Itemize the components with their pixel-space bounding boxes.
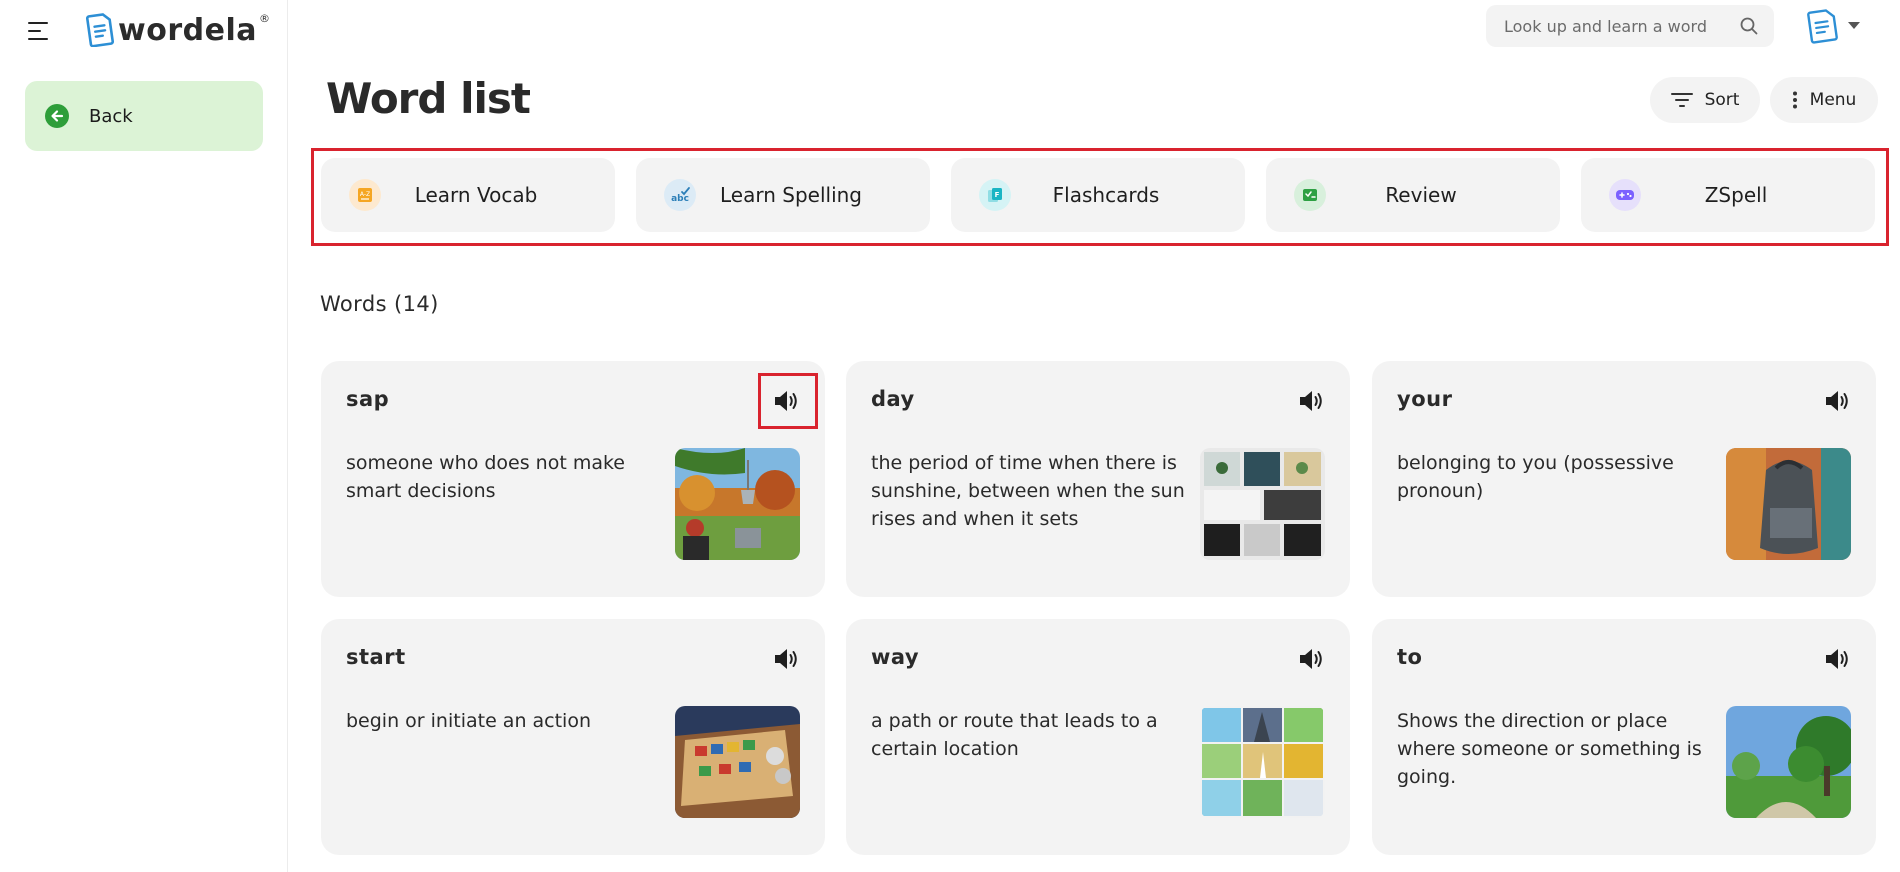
word-card-sap[interactable]: sap someone who does not make smart deci… (321, 361, 825, 597)
word-title: day (871, 387, 915, 411)
learn-spelling-button[interactable]: abc Learn Spelling (636, 158, 930, 232)
menu-button-label: Menu (1809, 90, 1857, 110)
account-dropdown-icon[interactable] (1848, 22, 1860, 29)
activity-label: Learn Spelling (720, 183, 862, 207)
review-button[interactable]: Review (1266, 158, 1560, 232)
back-button[interactable]: Back (25, 81, 263, 151)
logo-icon (86, 13, 114, 47)
flashcards-button[interactable]: F Flashcards (951, 158, 1245, 232)
activity-label: ZSpell (1704, 183, 1768, 207)
back-arrow-icon (45, 104, 69, 128)
word-image (1200, 706, 1325, 818)
speaker-icon[interactable] (1823, 387, 1851, 415)
brand-name: wordela (118, 12, 257, 48)
page-title: Word list (326, 74, 531, 123)
word-card-way[interactable]: way a path or route that leads to a cert… (846, 619, 1350, 855)
word-card-to[interactable]: to Shows the direction or place where so… (1372, 619, 1876, 855)
word-image (1200, 448, 1325, 560)
speaker-icon[interactable] (1297, 387, 1325, 415)
svg-text:F: F (995, 191, 1000, 199)
sort-button-label: Sort (1704, 90, 1740, 110)
user-avatar-icon[interactable] (1806, 8, 1840, 44)
word-definition: someone who does not make smart decision… (346, 452, 625, 502)
activity-label: Review (1385, 183, 1457, 207)
svg-text:abc: abc (671, 194, 689, 204)
review-icon (1294, 179, 1326, 211)
vocab-icon: A-Z (349, 179, 381, 211)
gamepad-icon (1609, 179, 1641, 211)
spelling-icon: abc (664, 179, 696, 211)
sort-icon (1670, 93, 1693, 107)
word-card-your[interactable]: your belonging to you (possessive pronou… (1372, 361, 1876, 597)
word-title: way (871, 645, 920, 669)
flashcards-icon: F (979, 179, 1011, 211)
word-title: your (1397, 387, 1453, 411)
word-image (1726, 706, 1851, 818)
word-definition: the period of time when there is sunshin… (871, 452, 1185, 530)
back-button-label: Back (89, 105, 133, 127)
word-title: start (346, 645, 406, 669)
sidebar: wordela ® Back (0, 0, 288, 872)
speaker-icon[interactable] (1297, 645, 1325, 673)
search-icon[interactable] (1740, 17, 1758, 35)
word-image (675, 448, 800, 560)
word-definition: Shows the direction or place where someo… (1397, 710, 1702, 788)
speaker-highlight (758, 373, 818, 429)
word-title: sap (346, 387, 390, 411)
more-vertical-icon (1792, 91, 1797, 109)
search-box (1486, 5, 1774, 47)
words-count: Words (14) (320, 292, 439, 316)
word-title: to (1397, 645, 1423, 669)
activity-label: Flashcards (1052, 183, 1160, 207)
menu-button[interactable]: Menu (1770, 77, 1878, 123)
brand-registered-mark: ® (258, 11, 270, 25)
speaker-icon[interactable] (772, 645, 800, 673)
speaker-icon[interactable] (1823, 645, 1851, 673)
word-card-start[interactable]: start begin or initiate an action (321, 619, 825, 855)
word-image (675, 706, 800, 818)
search-input[interactable] (1504, 16, 1734, 36)
word-definition: a path or route that leads to a certain … (871, 710, 1158, 760)
word-card-day[interactable]: day the period of time when there is sun… (846, 361, 1350, 597)
word-image (1726, 448, 1851, 560)
brand-logo[interactable]: wordela ® (86, 12, 270, 48)
learn-vocab-button[interactable]: A-Z Learn Vocab (321, 158, 615, 232)
svg-text:A-Z: A-Z (360, 191, 370, 198)
word-definition: belonging to you (possessive pronoun) (1397, 452, 1674, 502)
activity-label: Learn Vocab (414, 183, 538, 207)
zspell-button[interactable]: ZSpell (1581, 158, 1875, 232)
sort-button[interactable]: Sort (1650, 77, 1760, 123)
hamburger-menu-icon[interactable] (28, 22, 50, 40)
word-definition: begin or initiate an action (346, 710, 592, 732)
